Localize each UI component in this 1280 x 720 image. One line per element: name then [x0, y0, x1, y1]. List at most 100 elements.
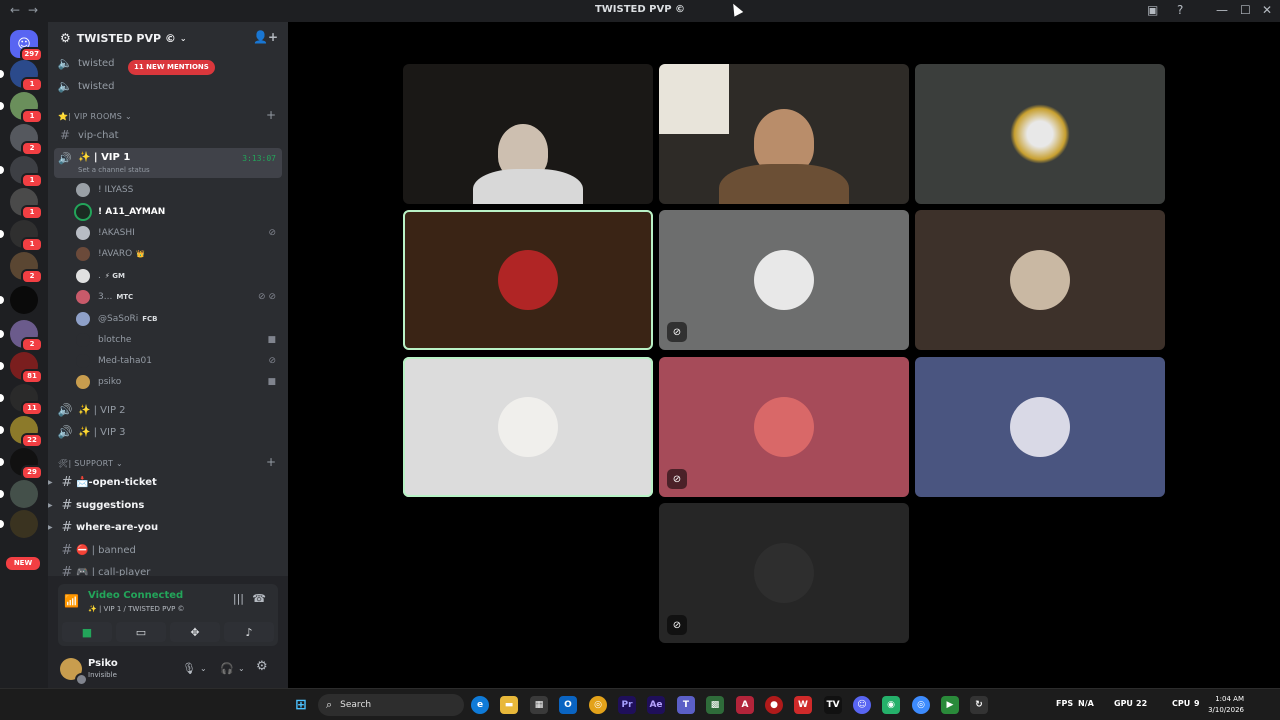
screen-share-button[interactable]: ▭	[116, 622, 166, 642]
teams-icon[interactable]: T	[677, 696, 695, 714]
server-icon[interactable]: 1	[0, 220, 43, 252]
participant-tile[interactable]	[915, 357, 1165, 497]
server-icon[interactable]: 2	[0, 320, 43, 352]
voice-channel-vip-2[interactable]: 🔊 ✨ | VIP 2	[48, 400, 288, 420]
server-icon[interactable]: 22	[0, 416, 43, 448]
participant-tile[interactable]	[915, 210, 1165, 350]
voice-member[interactable]: ! A11_AYMAN	[76, 202, 282, 222]
headphones-icon[interactable]: 🎧	[220, 662, 234, 675]
participant-tile-speaking[interactable]	[403, 357, 653, 497]
video-tile-camera[interactable]	[659, 64, 909, 204]
noise-suppression-icon[interactable]: |||	[233, 592, 244, 605]
server-icon[interactable]	[0, 480, 38, 508]
voice-member[interactable]: !AKASHI ⊘	[76, 223, 282, 243]
unread-pip	[0, 394, 4, 402]
system-clock[interactable]: 1:04 AM 3/10/2026	[1208, 694, 1244, 716]
caret-right-icon: ▶	[48, 523, 53, 531]
category-vip-rooms[interactable]: ⭐| VIP ROOMS ⌄	[58, 112, 132, 121]
voice-channel-vip-3[interactable]: 🔊 ✨ | VIP 3	[48, 422, 288, 442]
voice-channel-twisted-2[interactable]: 🔈 twisted	[48, 76, 288, 96]
channel-open-ticket[interactable]: ▶ # 📩-open-ticket	[48, 471, 288, 493]
voice-location[interactable]: ✨ | VIP 1 / TWISTED PVP ©	[88, 605, 185, 613]
participant-tile[interactable]: ⊘	[659, 357, 909, 497]
discord-taskbar-icon[interactable]: ☺	[853, 696, 871, 714]
participant-tile[interactable]: ⊘	[659, 210, 909, 350]
participant-tile[interactable]	[915, 64, 1165, 204]
voice-member[interactable]: !AVARO 👑	[76, 244, 282, 264]
server-icon[interactable]: 2	[10, 124, 43, 156]
server-icon[interactable]: 1	[0, 156, 43, 188]
microphone-icon[interactable]: 🎙	[182, 662, 196, 675]
unread-pip	[0, 458, 4, 466]
server-icon[interactable]: 1	[0, 92, 43, 124]
voice-member[interactable]: ! ILYASS	[76, 180, 282, 200]
user-name[interactable]: Psiko	[88, 658, 118, 669]
inbox-icon[interactable]: ▣	[1147, 3, 1158, 17]
minimize-button[interactable]: —	[1216, 3, 1228, 17]
video-tile-camera[interactable]	[403, 64, 653, 204]
outlook-icon[interactable]: O	[559, 696, 577, 714]
camera-button[interactable]: ■	[62, 622, 112, 642]
refresh-app-icon[interactable]: ↻	[970, 696, 988, 714]
maximize-button[interactable]: ☐	[1240, 3, 1251, 17]
voice-member[interactable]: psiko ■	[76, 372, 282, 392]
new-servers-badge[interactable]: NEW	[6, 557, 40, 570]
category-support[interactable]: 🛠| SUPPORT ⌄	[58, 459, 123, 468]
invite-people-icon[interactable]: 👤+	[253, 30, 278, 44]
guild-header[interactable]: ⚙ TWISTED PVP © ⌄ 👤+	[48, 22, 288, 54]
acrobat-icon[interactable]: A	[736, 696, 754, 714]
help-icon[interactable]: ?	[1177, 3, 1183, 17]
after-effects-icon[interactable]: Ae	[647, 696, 665, 714]
voice-member[interactable]: Med-taha01 ⊘	[76, 351, 282, 371]
server-icon[interactable]	[0, 286, 38, 314]
voice-member[interactable]: 3... MTC ⊘ ⊘	[76, 287, 282, 307]
store-icon[interactable]: ▦	[530, 696, 548, 714]
voice-member[interactable]: . ⚡ GM	[76, 266, 282, 286]
app-icon[interactable]: ◉	[882, 696, 900, 714]
soundboard-button[interactable]: ♪	[224, 622, 274, 642]
chrome-profile-icon[interactable]: ◎	[912, 696, 930, 714]
chevron-down-icon[interactable]: ⌄	[200, 664, 207, 673]
server-icon[interactable]: 2	[10, 252, 43, 284]
server-icon[interactable]: 11	[0, 384, 43, 416]
voice-member[interactable]: @SaSoRi FCB	[76, 309, 282, 329]
activities-button[interactable]: ✥	[170, 622, 220, 642]
voice-member[interactable]: blotche ■	[76, 330, 282, 350]
participant-tile[interactable]: ⊘	[659, 503, 909, 643]
voice-status[interactable]: Video Connected	[88, 590, 183, 601]
server-icon[interactable]: 81	[0, 352, 43, 384]
add-channel-icon[interactable]: +	[266, 108, 276, 122]
channel-vip-chat[interactable]: # vip-chat	[48, 125, 288, 145]
server-badge: 81	[21, 369, 43, 384]
close-button[interactable]: ✕	[1262, 3, 1272, 17]
channel-where-are-you[interactable]: ▶ # where-are-you	[48, 516, 288, 538]
chrome-icon[interactable]: ◎	[589, 696, 607, 714]
connection-signal-icon[interactable]: 📶	[64, 594, 79, 608]
server-icon[interactable]: 1	[10, 188, 43, 220]
file-explorer-icon[interactable]: ▬	[500, 696, 518, 714]
new-mentions-pill[interactable]: 11 NEW MENTIONS	[128, 60, 215, 75]
minecraft-icon[interactable]: ▩	[706, 696, 724, 714]
server-icon[interactable]: 29	[0, 448, 43, 480]
edge-browser-icon[interactable]: e	[471, 696, 489, 714]
chevron-down-icon[interactable]: ⌄	[238, 664, 245, 673]
tiktok-studio-icon[interactable]: TV	[824, 696, 842, 714]
media-player-icon[interactable]: ▶	[941, 696, 959, 714]
wps-icon[interactable]: W	[794, 696, 812, 714]
channel-suggestions[interactable]: ▶ # suggestions	[48, 494, 288, 516]
premiere-pro-icon[interactable]: Pr	[618, 696, 636, 714]
channel-status[interactable]: Set a channel status	[78, 166, 150, 174]
add-channel-icon[interactable]: +	[266, 455, 276, 469]
dm-home-button[interactable]: ☺ 297	[10, 30, 43, 62]
participant-tile-speaking[interactable]	[403, 210, 653, 350]
server-icon[interactable]: 1	[0, 60, 43, 92]
windows-start-icon[interactable]: ⊞	[292, 696, 310, 714]
channel-banned[interactable]: # ⛔ | banned	[48, 539, 288, 561]
member-name: psiko	[98, 377, 122, 387]
server-icon[interactable]	[0, 510, 38, 538]
voice-channel-vip-1[interactable]: 🔊 ✨ | VIP 1 Set a channel status 3:13:07	[54, 148, 282, 178]
game-launcher-icon[interactable]: ●	[765, 696, 783, 714]
disconnect-icon[interactable]: ☎	[252, 592, 266, 605]
user-settings-gear-icon[interactable]: ⚙	[256, 659, 268, 674]
taskbar-search[interactable]: ⌕ Search	[318, 694, 464, 716]
